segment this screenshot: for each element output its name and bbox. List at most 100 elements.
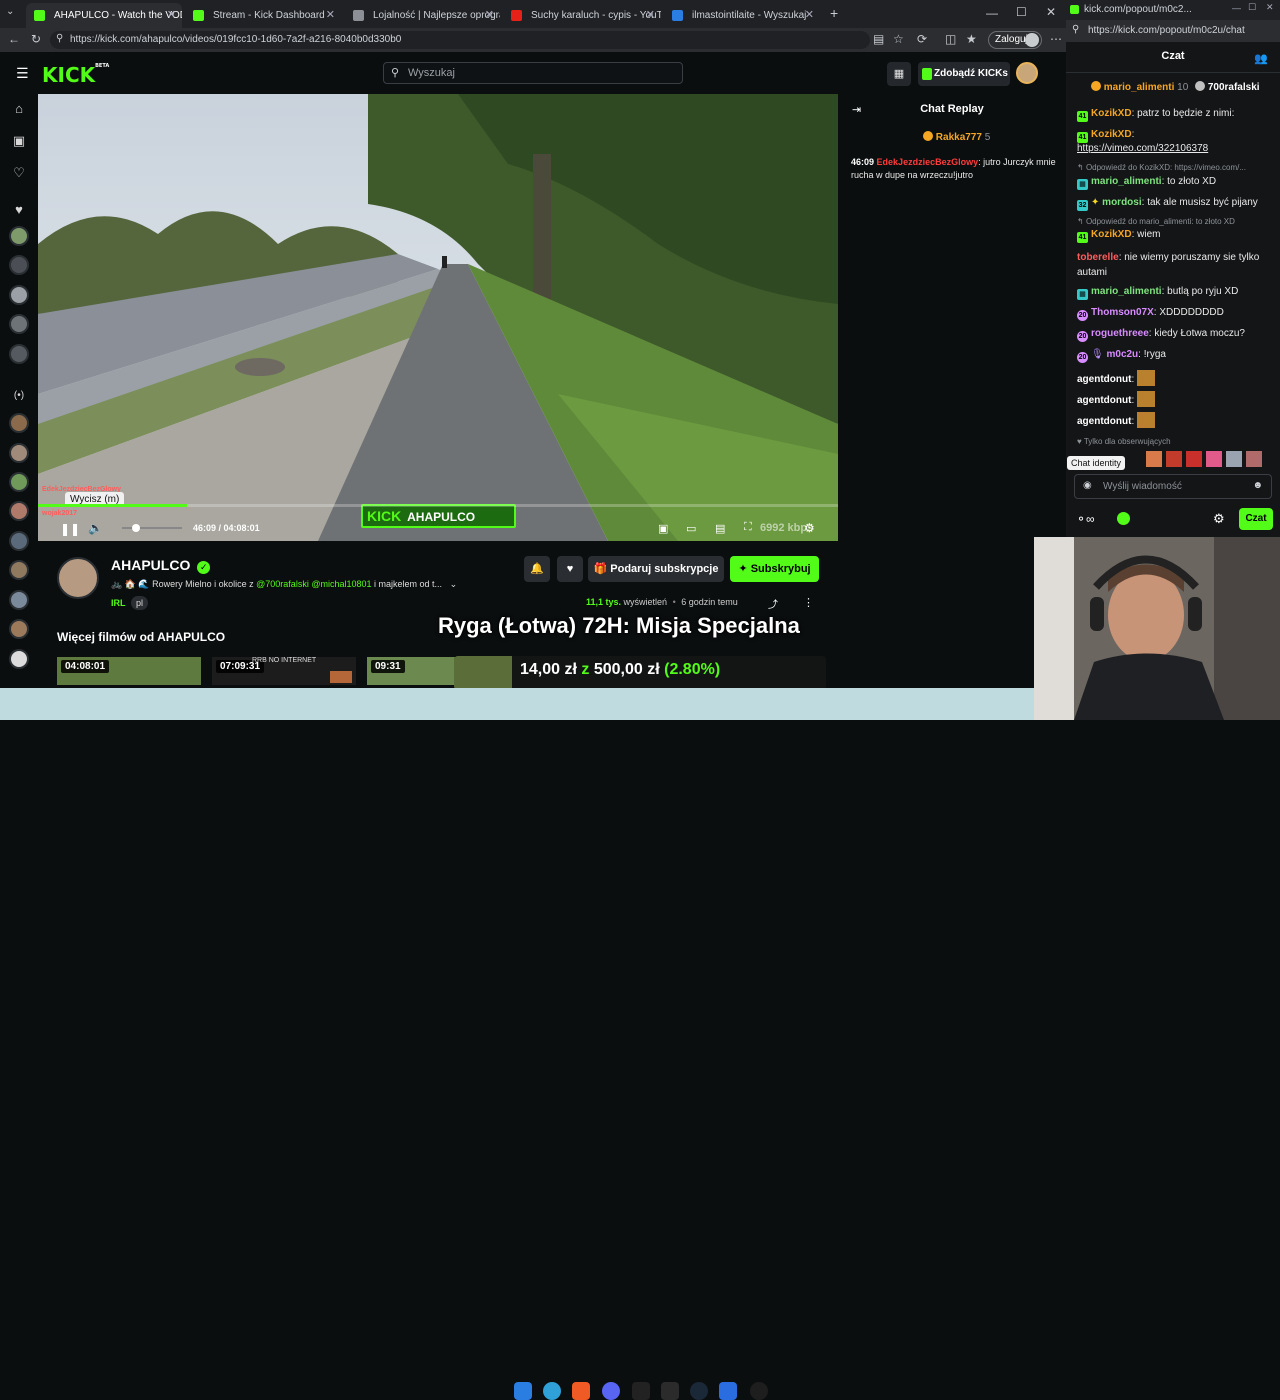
share-chat-icon[interactable]: ⚬∞ [1076, 512, 1095, 526]
user-avatar[interactable] [1016, 62, 1038, 84]
steam-icon[interactable] [690, 1382, 708, 1400]
top-gifter-name[interactable]: 700rafalski [1208, 82, 1260, 93]
app-icon[interactable] [750, 1382, 768, 1400]
emote-icon[interactable] [1186, 451, 1202, 467]
site-info-icon[interactable]: ⚲ [1072, 24, 1079, 35]
follow-heart-button[interactable]: ♥ [557, 556, 583, 582]
channel-avatar[interactable] [9, 413, 29, 433]
chat-username[interactable]: m0c2u [1106, 349, 1138, 360]
channel-avatar-large[interactable] [57, 557, 99, 599]
more-options-icon[interactable]: ⋮ [803, 596, 814, 609]
channel-avatar[interactable] [9, 314, 29, 334]
discord-icon[interactable] [602, 1382, 620, 1400]
epic-games-icon[interactable] [661, 1382, 679, 1400]
search-input[interactable]: Wyszukaj [383, 62, 683, 84]
reader-mode-icon[interactable]: ▤ [873, 32, 884, 46]
home-icon[interactable]: ⌂ [9, 99, 29, 119]
tab-lojalnosc[interactable]: Lojalność | Najlepsze oprogramow ✕ [345, 3, 500, 28]
volume-slider[interactable] [122, 524, 182, 532]
emote-icon[interactable] [1146, 451, 1162, 467]
video-thumbnail[interactable]: 07:09:31 RRB NO INTERNET [212, 657, 356, 685]
following-heart-icon[interactable]: ♡ [9, 163, 29, 183]
brave-icon[interactable] [572, 1382, 590, 1400]
close-tab-icon[interactable]: ✕ [805, 3, 814, 28]
channel-avatar[interactable] [9, 619, 29, 639]
more-menu-icon[interactable]: ⋯ [1050, 32, 1062, 46]
close-tab-icon[interactable]: ✕ [167, 3, 176, 28]
tab-dashboard[interactable]: Stream - Kick Dashboard ✕ [185, 3, 341, 28]
hamburger-menu-icon[interactable]: ☰ [16, 65, 29, 82]
tab-bing[interactable]: ilmastointilaite - Wyszukaj ✕ [664, 3, 820, 28]
browse-icon[interactable]: ▣ [9, 131, 29, 151]
chat-username[interactable]: roguethreee [1091, 328, 1149, 339]
site-info-icon[interactable]: ⚲ [56, 33, 63, 44]
emote-icon[interactable] [1166, 451, 1182, 467]
extensions-icon[interactable]: ⟳ [917, 32, 927, 46]
emote-icon[interactable] [1246, 451, 1262, 467]
message-input[interactable]: ◉ Wyślij wiadomość ☻ [1074, 474, 1272, 499]
pip-icon[interactable]: ▤ [715, 522, 725, 535]
volume-icon[interactable]: 🔈 [88, 521, 103, 535]
category-link[interactable]: IRL [111, 598, 126, 608]
minimize-icon[interactable]: — [1232, 3, 1241, 13]
reload-icon[interactable]: ↻ [31, 32, 41, 46]
emote-icon[interactable] [1226, 451, 1242, 467]
language-tag[interactable]: pl [131, 596, 149, 610]
emote-icon[interactable] [1206, 451, 1222, 467]
favorites-icon[interactable]: ★ [966, 32, 977, 46]
gift-sub-button[interactable]: 🎁 Podaruj subskrypcje [588, 556, 724, 582]
login-button[interactable]: Zaloguj [988, 31, 1042, 49]
chat-link[interactable]: https://vimeo.com/322106378 [1077, 143, 1208, 154]
channel-name[interactable]: AHAPULCO ✓ [111, 557, 211, 574]
get-kicks-button[interactable]: Zdobądź KICKs [918, 62, 1010, 86]
video-thumbnail[interactable]: 04:08:01 [57, 657, 201, 685]
channel-avatar[interactable] [9, 531, 29, 551]
channel-avatar[interactable] [9, 501, 29, 521]
tab-list-chevron-icon[interactable]: ⌄ [6, 6, 14, 17]
chat-username[interactable]: mario_alimenti [1091, 286, 1162, 297]
back-icon[interactable]: ← [8, 32, 20, 46]
channel-avatar[interactable] [9, 472, 29, 492]
mention-link[interactable]: @700rafalski [256, 579, 309, 589]
channel-avatar[interactable] [9, 649, 29, 669]
chat-username[interactable]: agentdonut [1077, 416, 1131, 427]
chat-username[interactable]: KozikXD [1091, 129, 1132, 140]
obs-icon[interactable] [632, 1382, 650, 1400]
maximize-icon[interactable]: ☐ [1016, 5, 1027, 19]
notification-bell-button[interactable]: 🔔 [524, 556, 550, 582]
subscribe-button[interactable]: ✦ Subskrybuj [730, 556, 819, 582]
maximize-icon[interactable]: ☐ [1248, 2, 1256, 13]
tab-ahapulco[interactable]: AHAPULCO - Watch the VOD ✕ [26, 3, 182, 28]
channel-avatar[interactable] [9, 226, 29, 246]
channel-avatar[interactable] [9, 255, 29, 275]
theater-mode-icon[interactable]: ▭ [686, 522, 696, 535]
chat-username[interactable]: agentdonut [1077, 395, 1131, 406]
chat-identity-icon[interactable]: ◉ [1083, 480, 1092, 491]
close-window-icon[interactable]: ✕ [1266, 2, 1274, 13]
seek-bar[interactable] [38, 504, 838, 507]
emoji-icon[interactable]: ☻ [1252, 480, 1263, 491]
close-tab-icon[interactable]: ✕ [646, 3, 655, 28]
volume-handle[interactable] [132, 524, 140, 532]
video-player[interactable]: EdekJezdziecBezGlowy wojak2017 Wycisz (m… [38, 94, 838, 541]
replay-message-user[interactable]: EdekJezdziecBezGlowy [877, 157, 979, 167]
app-icon[interactable] [719, 1382, 737, 1400]
chat-username[interactable]: KozikXD [1091, 108, 1132, 119]
close-tab-icon[interactable]: ✕ [485, 3, 494, 28]
chat-username[interactable]: mordosi [1102, 197, 1141, 208]
tab-youtube[interactable]: Suchy karaluch - cypis - YouTube ✕ [503, 3, 661, 28]
close-window-icon[interactable]: ✕ [1046, 5, 1056, 19]
user-list-icon[interactable]: 👥 [1254, 52, 1268, 65]
mention-link[interactable]: @michal10801 [311, 579, 371, 589]
chat-username[interactable]: KozikXD [1091, 229, 1132, 240]
kick-kicks-icon[interactable] [1117, 512, 1130, 525]
split-screen-icon[interactable]: ◫ [945, 32, 956, 46]
settings-gear-icon[interactable]: ⚙ [804, 521, 815, 535]
close-tab-icon[interactable]: ✕ [326, 3, 335, 28]
channel-avatar[interactable] [9, 443, 29, 463]
channel-avatar[interactable] [9, 344, 29, 364]
edge-icon[interactable] [543, 1382, 561, 1400]
favorite-star-icon[interactable]: ☆ [893, 32, 904, 46]
chat-username[interactable]: agentdonut [1077, 374, 1131, 385]
windows-start-icon[interactable] [514, 1382, 532, 1400]
